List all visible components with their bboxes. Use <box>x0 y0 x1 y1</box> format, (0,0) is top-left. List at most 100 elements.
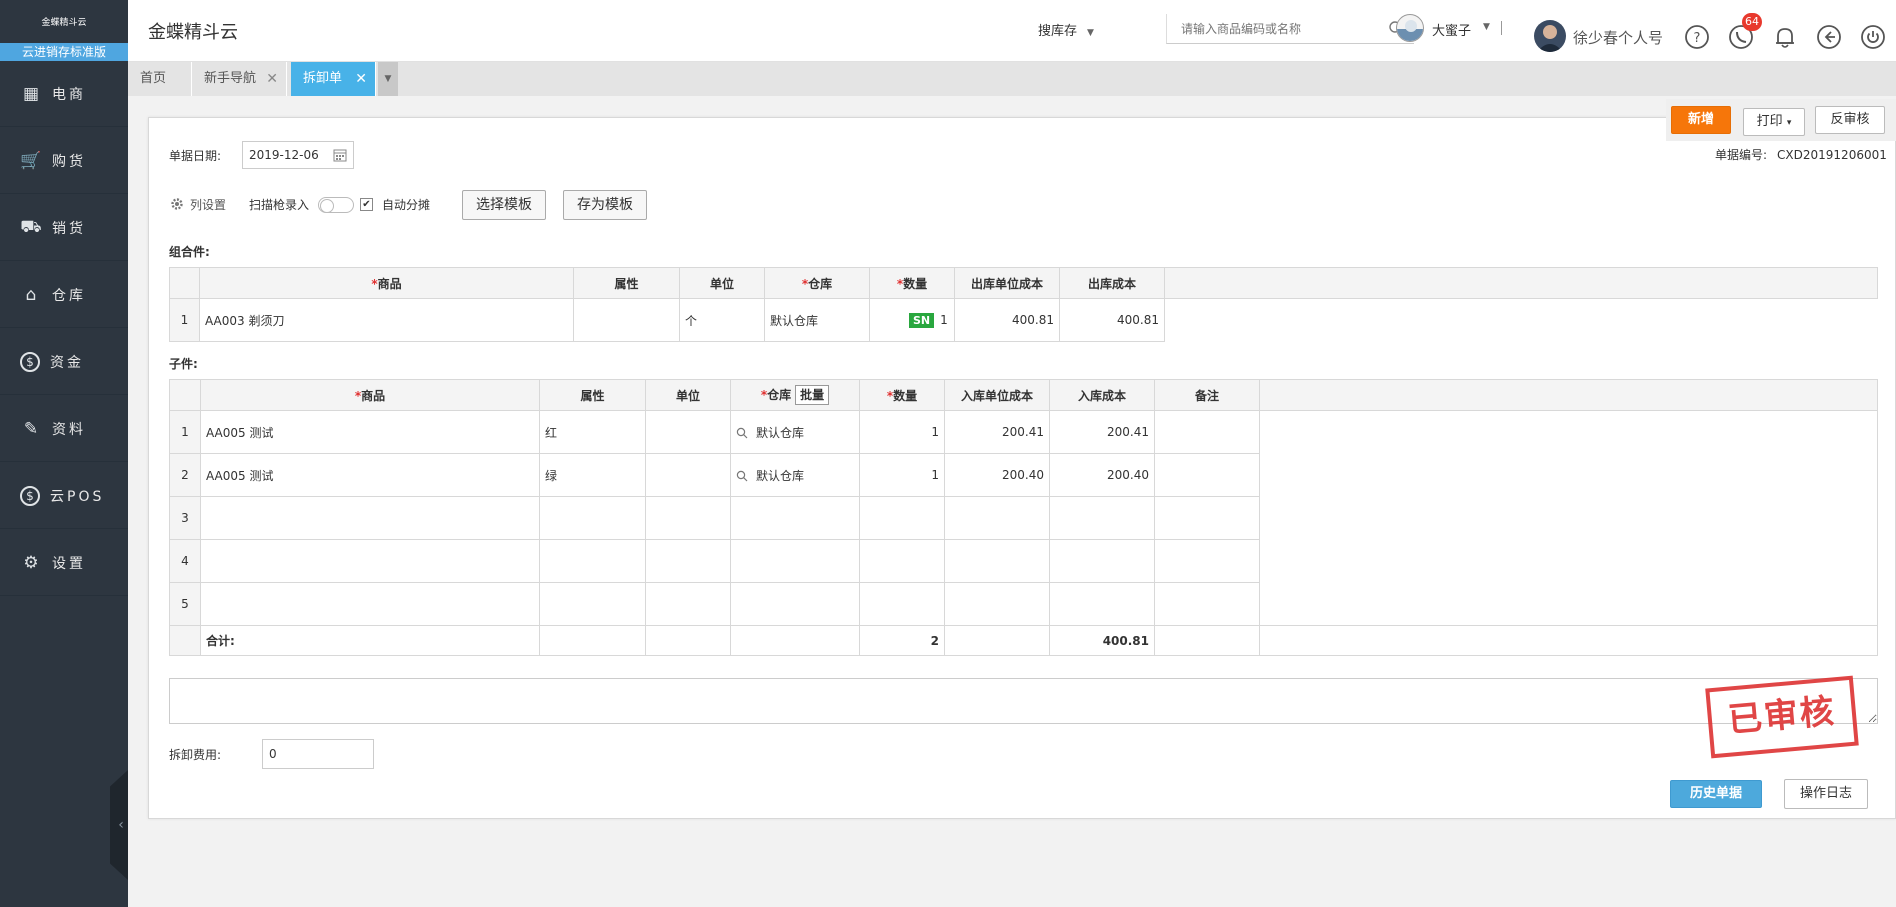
table-row[interactable]: 2 AA005 测试绿默认仓库 1 200.40 200.40 <box>169 453 1878 497</box>
user-avatar[interactable] <box>1534 20 1566 52</box>
caret-down-icon[interactable]: ▼ <box>1483 22 1490 32</box>
row-index: 2 <box>169 453 201 497</box>
sidebar-item-1[interactable]: 🛒 购货 <box>0 128 128 194</box>
table-row[interactable]: 1 AA005 测试红默认仓库 1 200.41 200.41 <box>169 410 1878 454</box>
product-cell[interactable]: AA005 测试 <box>200 453 540 497</box>
empty-cell <box>1259 539 1878 583</box>
product-cell[interactable] <box>200 539 540 583</box>
print-button[interactable]: 打印 ▾ <box>1743 108 1805 136</box>
product-cell[interactable]: AA003 剃须刀 <box>199 298 574 342</box>
unaudit-button[interactable]: 反审核 <box>1815 106 1885 134</box>
tab-label: 拆卸单 <box>303 71 343 86</box>
unit-cell[interactable] <box>645 453 731 497</box>
table-row[interactable]: 3 <box>169 496 1878 540</box>
tab-more-dropdown[interactable]: ▼ <box>378 62 398 96</box>
product-cell[interactable] <box>200 496 540 540</box>
attr-cell[interactable]: 红 <box>539 410 646 454</box>
gear-icon[interactable] <box>170 197 184 211</box>
unit-cell[interactable] <box>645 496 731 540</box>
tab-home[interactable]: 首页 <box>128 62 192 96</box>
sidebar-item-0[interactable]: ▦ 电商 <box>0 61 128 127</box>
close-icon[interactable]: ✕ <box>355 62 367 96</box>
attr-cell[interactable] <box>573 298 680 342</box>
auto-split-checkbox[interactable]: ✔ <box>360 198 373 211</box>
product-cell[interactable] <box>200 582 540 626</box>
warehouse-cell[interactable]: 默认仓库 <box>730 453 860 497</box>
qty-cell[interactable]: 1 <box>859 410 945 454</box>
trolley-icon: ⛟ <box>20 216 42 237</box>
sidebar-item-5[interactable]: ✎ 资料 <box>0 396 128 462</box>
attr-cell[interactable] <box>539 496 646 540</box>
unit-cell[interactable] <box>645 582 731 626</box>
warehouse-cell[interactable] <box>730 582 860 626</box>
bell-icon[interactable] <box>1772 24 1798 50</box>
cost-cell <box>1049 582 1155 626</box>
tab-guide[interactable]: 新手导航 ✕ <box>192 62 287 96</box>
total-cost: 400.81 <box>1049 625 1155 656</box>
qty-cell[interactable]: 1 <box>859 453 945 497</box>
qty-cell[interactable]: SN 1 <box>869 298 955 342</box>
sidebar-collapse-button[interactable]: ‹ <box>110 770 128 880</box>
remark-cell[interactable] <box>1154 582 1260 626</box>
date-field[interactable]: 2019-12-06 <box>242 141 354 169</box>
warehouse-cell[interactable]: 默认仓库 <box>730 410 860 454</box>
store-name[interactable]: 大蜜子 <box>1432 20 1471 39</box>
row-index: 1 <box>169 410 201 454</box>
save-template-button[interactable]: 存为模板 <box>563 190 647 220</box>
sidebar-item-7[interactable]: ⚙ 设置 <box>0 530 128 596</box>
warehouse-cell[interactable] <box>730 496 860 540</box>
empty-cell <box>1259 625 1878 656</box>
qty-cell[interactable] <box>859 582 945 626</box>
scan-label: 扫描枪录入 <box>249 198 310 212</box>
sidebar-item-3[interactable]: ⌂ 仓库 <box>0 262 128 328</box>
cost-cell <box>1049 539 1155 583</box>
choose-template-button[interactable]: 选择模板 <box>462 190 546 220</box>
table-row[interactable]: 5 <box>169 582 1878 626</box>
attr-cell[interactable] <box>539 539 646 583</box>
scan-toggle[interactable] <box>318 197 354 213</box>
search-icon[interactable] <box>736 470 748 482</box>
batch-button[interactable]: 批量 <box>795 385 830 405</box>
sidebar-item-4[interactable]: $ 资金 <box>0 329 128 395</box>
sidebar-item-6[interactable]: $ 云POS <box>0 463 128 529</box>
sidebar-item-2[interactable]: ⛟ 销货 <box>0 195 128 261</box>
qty-cell[interactable] <box>859 539 945 583</box>
remark-cell[interactable] <box>1154 453 1260 497</box>
unit-cell[interactable]: 个 <box>679 298 765 342</box>
product-cell[interactable]: AA005 测试 <box>200 410 540 454</box>
table-row[interactable]: 1 AA003 剃须刀 个 默认仓库 SN 1 400.81 400.81 <box>169 298 1878 342</box>
divider <box>1501 21 1502 35</box>
attr-cell[interactable]: 绿 <box>539 453 646 497</box>
close-icon[interactable]: ✕ <box>266 62 278 96</box>
warehouse-cell[interactable] <box>730 539 860 583</box>
remark-cell[interactable] <box>1154 410 1260 454</box>
search-type-label: 搜库存 <box>1038 24 1078 39</box>
column-settings-link[interactable]: 列设置 <box>190 196 226 213</box>
calendar-icon[interactable] <box>333 148 347 162</box>
remark-cell[interactable] <box>1154 539 1260 583</box>
remark-cell[interactable] <box>1154 496 1260 540</box>
remark-textarea[interactable] <box>169 678 1878 724</box>
user-name[interactable]: 徐少春个人号 <box>1573 27 1663 48</box>
attr-cell[interactable] <box>539 582 646 626</box>
store-avatar[interactable] <box>1396 14 1424 42</box>
log-button[interactable]: 操作日志 <box>1784 779 1868 809</box>
back-icon[interactable] <box>1816 24 1842 50</box>
new-button[interactable]: 新增 <box>1671 106 1731 134</box>
help-icon[interactable]: ? <box>1684 24 1710 50</box>
history-button[interactable]: 历史单据 <box>1670 780 1762 808</box>
warehouse-cell[interactable]: 默认仓库 <box>764 298 870 342</box>
search-input[interactable] <box>1167 21 1367 36</box>
warehouse-icon: ⌂ <box>25 284 37 305</box>
fee-input[interactable]: 0 <box>262 739 374 769</box>
column-header: 单位 <box>645 379 731 411</box>
search-type-dropdown[interactable]: 搜库存 ▼ <box>1038 20 1094 39</box>
table-row[interactable]: 4 <box>169 539 1878 583</box>
sn-badge[interactable]: SN <box>909 312 935 328</box>
unit-cell[interactable] <box>645 410 731 454</box>
power-icon[interactable] <box>1860 24 1886 50</box>
qty-cell[interactable] <box>859 496 945 540</box>
search-icon[interactable] <box>736 427 748 439</box>
tab-disassembly[interactable]: 拆卸单 ✕ <box>291 62 376 96</box>
unit-cell[interactable] <box>645 539 731 583</box>
